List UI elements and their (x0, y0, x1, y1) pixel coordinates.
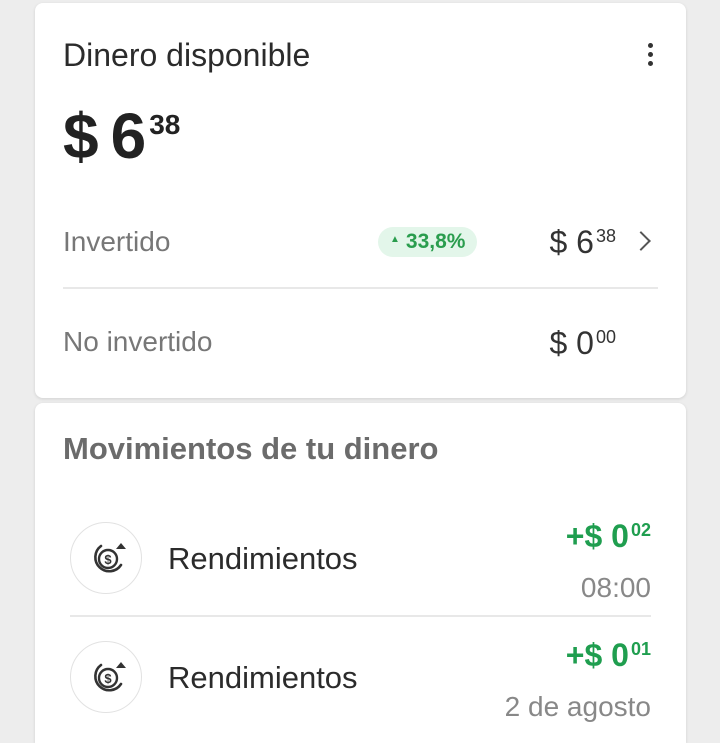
yield-coin-icon: $ (70, 641, 142, 713)
not-invested-decimal: 00 (595, 327, 616, 347)
available-balance: $6 38 (63, 99, 180, 173)
invested-amount: $ 6 38 (549, 224, 616, 261)
movements-card: Movimientos de tu dinero $ Rendimientos … (35, 403, 686, 743)
card-title: Dinero disponible (63, 37, 311, 73)
return-percentage: 33,8% (405, 230, 466, 253)
not-invested-integer: 0 (576, 325, 594, 361)
divider (63, 287, 658, 289)
movement-sign: + (565, 518, 585, 554)
divider (70, 615, 651, 617)
balance-decimal: 38 (149, 109, 181, 140)
movement-amount: +$ 0 02 (566, 518, 651, 555)
invested-label: Invertido (63, 226, 171, 257)
svg-text:$: $ (104, 552, 112, 567)
svg-text:$: $ (104, 671, 112, 686)
movement-currency: $ (584, 518, 603, 554)
chevron-right-icon[interactable] (631, 231, 651, 251)
movement-currency: $ (584, 637, 603, 673)
invested-integer: 6 (576, 224, 594, 260)
movement-decimal: 01 (630, 639, 651, 659)
return-badge: ▲ 33,8% (378, 227, 478, 257)
triangle-up-icon: ▲ (390, 234, 400, 246)
movement-label: Rendimientos (168, 660, 358, 695)
movement-integer: 0 (611, 518, 629, 554)
not-invested-amount: $ 0 00 (549, 325, 616, 362)
invested-decimal: 38 (595, 226, 616, 246)
movement-time: 08:00 (580, 572, 651, 603)
not-invested-currency: $ (549, 325, 568, 361)
movements-title: Movimientos de tu dinero (63, 431, 439, 466)
invested-currency: $ (549, 224, 568, 260)
balance-card: Dinero disponible $6 38 Invertido ▲ 33,8% … (35, 3, 686, 398)
not-invested-label: No invertido (63, 326, 213, 357)
balance-currency: $ (63, 100, 99, 172)
movement-integer: 0 (611, 637, 629, 673)
movement-time: 2 de agosto (504, 691, 651, 722)
movement-item[interactable]: $ Rendimientos +$ 0 02 08:00 (70, 506, 651, 621)
movement-sign: + (565, 637, 585, 673)
movement-amount: +$ 0 01 (566, 637, 651, 674)
movement-item[interactable]: $ Rendimientos +$ 0 01 2 de agosto (70, 625, 651, 740)
more-vertical-icon[interactable] (640, 43, 660, 71)
movement-decimal: 02 (630, 520, 651, 540)
movement-label: Rendimientos (168, 541, 358, 576)
balance-integer: 6 (110, 100, 147, 172)
yield-coin-icon: $ (70, 522, 142, 594)
